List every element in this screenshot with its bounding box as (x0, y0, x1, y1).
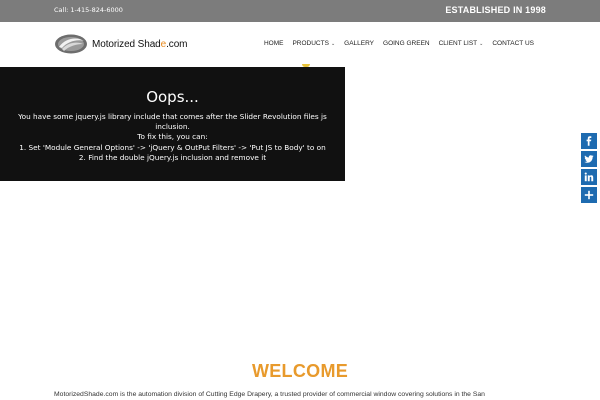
site-logo[interactable]: Motorized Shade.com (54, 31, 189, 57)
nav-item-client-list[interactable]: CLIENT LIST ⌄ (439, 40, 484, 47)
main-nav: HOME PRODUCTS ⌄ GALLERY GOING GREEN CLIEN… (255, 40, 534, 47)
established-text: ESTABLISHED IN 1998 (445, 5, 546, 15)
share-button[interactable] (581, 187, 597, 203)
nav-item-gallery[interactable]: GALLERY (344, 40, 374, 47)
site-header: Motorized Shade.com HOME PRODUCTS ⌄ GALLE… (0, 22, 600, 67)
facebook-share-button[interactable] (581, 133, 597, 149)
logo-mark-icon (55, 34, 87, 54)
linkedin-share-button[interactable] (581, 169, 597, 185)
welcome-intro-text: MotorizedShade.com is the automation div… (54, 391, 485, 398)
top-bar: Call: 1-415-824-6000 ESTABLISHED IN 1998 (0, 0, 600, 22)
linkedin-icon (584, 172, 594, 182)
call-phone-text[interactable]: Call: 1-415-824-6000 (54, 6, 123, 14)
nav-item-home[interactable]: HOME (264, 40, 284, 47)
error-title: Oops... (146, 88, 199, 106)
chevron-down-icon: ⌄ (330, 40, 336, 47)
facebook-icon (586, 136, 592, 146)
nav-item-products[interactable]: PRODUCTS ⌄ (292, 40, 335, 47)
nav-item-contact-us[interactable]: CONTACT US (492, 40, 534, 47)
nav-item-going-green[interactable]: GOING GREEN (383, 40, 430, 47)
share-icon (584, 190, 594, 200)
logo-text: Motorized Shade.com (92, 39, 188, 50)
twitter-icon (584, 155, 594, 163)
welcome-heading: WELCOME (251, 361, 349, 381)
slider-error-box: Oops... You have some jquery.js library … (0, 67, 345, 181)
error-message: You have some jquery.js library include … (18, 112, 327, 162)
twitter-share-button[interactable] (581, 151, 597, 167)
social-share-bar (581, 133, 599, 205)
chevron-down-icon: ⌄ (479, 40, 484, 47)
